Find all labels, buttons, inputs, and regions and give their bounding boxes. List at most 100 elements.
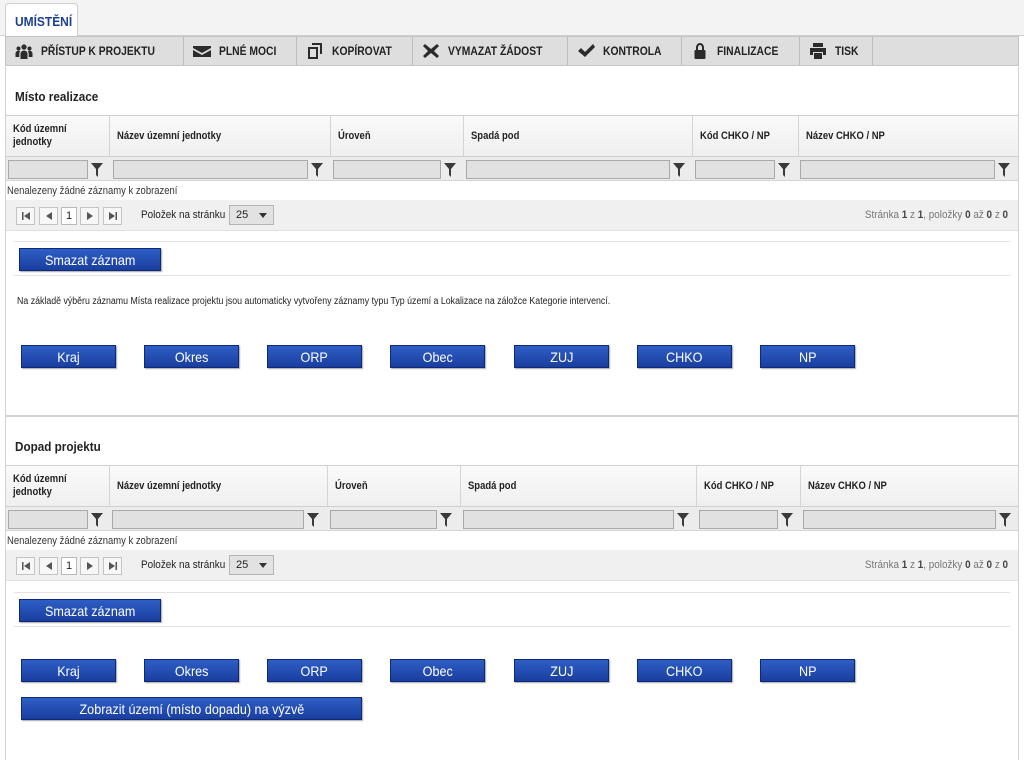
per-page-label: Položek na stránku <box>141 559 226 571</box>
last-page-button[interactable] <box>103 207 122 225</box>
finalizace-button[interactable]: FINALIZACE <box>682 37 800 65</box>
filter-icon[interactable] <box>999 512 1011 527</box>
last-page-icon <box>108 562 117 570</box>
misto-pager: 1 Položek na stránku 25 Stránka 1 z 1, p… <box>6 200 1018 231</box>
x-icon <box>422 44 439 58</box>
orp-button[interactable]: ORP <box>267 345 362 368</box>
first-page-button[interactable] <box>16 557 35 575</box>
per-page-select[interactable]: 25 <box>229 555 274 575</box>
okres-button[interactable]: Okres <box>144 659 239 682</box>
zuj-button[interactable]: ZUJ <box>514 659 609 682</box>
envelope-icon <box>193 46 212 57</box>
filter-icon[interactable] <box>91 512 103 527</box>
filter-icon[interactable] <box>998 162 1010 177</box>
divider <box>14 241 1010 242</box>
filter-kod-chko-input[interactable] <box>699 510 778 529</box>
obec-button[interactable]: Obec <box>390 345 485 368</box>
filter-spada-pod-input[interactable] <box>466 160 670 179</box>
next-page-button[interactable] <box>80 557 99 575</box>
dopad-pager: 1 Položek na stránku 25 Stránka 1 z 1, p… <box>6 550 1018 581</box>
filter-icon[interactable] <box>440 512 452 527</box>
smazat-zaznam-button[interactable]: Smazat záznam <box>19 248 161 271</box>
column-header-nazev-chko[interactable]: Název CHKO / NP <box>801 466 1018 506</box>
first-page-icon <box>21 212 30 220</box>
misto-filter-row <box>6 157 1018 181</box>
column-header-nazev[interactable]: Název územní jednotky <box>110 466 328 506</box>
smazat-zaznam-button[interactable]: Smazat záznam <box>19 599 161 622</box>
chevron-down-icon <box>259 563 267 568</box>
plne-moci-button[interactable]: PLNÉ MOCI <box>184 37 298 65</box>
last-page-button[interactable] <box>103 557 122 575</box>
per-page-select[interactable]: 25 <box>229 205 274 225</box>
filter-icon[interactable] <box>444 162 456 177</box>
tisk-button[interactable]: TISK <box>800 37 874 65</box>
column-header-nazev[interactable]: Název územní jednotky <box>110 116 331 156</box>
column-header-uroven[interactable]: Úroveň <box>331 116 464 156</box>
filter-kod-input[interactable] <box>8 160 88 179</box>
filter-nazev-input[interactable] <box>113 160 308 179</box>
misto-realizace-panel: Místo realizace Kód územní jednotky Náze… <box>5 67 1019 416</box>
kraj-button[interactable]: Kraj <box>21 345 116 368</box>
filter-icon[interactable] <box>778 162 790 177</box>
obec-button[interactable]: Obec <box>390 659 485 682</box>
column-header-kod-chko[interactable]: Kód CHKO / NP <box>697 466 801 506</box>
first-page-button[interactable] <box>16 207 35 225</box>
divider <box>14 592 1010 593</box>
chko-button[interactable]: CHKO <box>637 659 732 682</box>
page-number-input[interactable]: 1 <box>61 557 77 575</box>
filter-icon[interactable] <box>673 162 685 177</box>
next-page-icon <box>86 562 93 570</box>
kopirovat-button[interactable]: KOPÍROVAT <box>297 37 413 65</box>
filter-uroven-input[interactable] <box>330 510 437 529</box>
zobrazit-uzemi-button[interactable]: Zobrazit území (místo dopadu) na výzvě <box>21 697 362 720</box>
tab-umisteni[interactable]: UMÍSTĚNÍ <box>5 3 78 37</box>
okres-button[interactable]: Okres <box>144 345 239 368</box>
orp-button[interactable]: ORP <box>267 659 362 682</box>
filter-kod-input[interactable] <box>8 510 88 529</box>
toolbar: PŘÍSTUP K PROJEKTU PLNÉ MOCI KOPÍROVAT V… <box>5 36 1019 66</box>
column-header-kod-chko[interactable]: Kód CHKO / NP <box>693 116 799 156</box>
copy-icon <box>308 43 323 59</box>
first-page-icon <box>21 562 30 570</box>
info-note: Na základě výběru záznamu Místa realizac… <box>17 296 611 307</box>
misto-grid-header: Kód územní jednotky Název územní jednotk… <box>6 115 1018 157</box>
tab-umisteni-label: UMÍSTĚNÍ <box>15 14 73 29</box>
filter-nazev-chko-input[interactable] <box>803 510 996 529</box>
column-header-spada-pod[interactable]: Spadá pod <box>464 116 693 156</box>
filter-icon[interactable] <box>677 512 689 527</box>
pristup-k-projektu-button[interactable]: PŘÍSTUP K PROJEKTU <box>6 37 185 65</box>
np-button[interactable]: NP <box>760 345 855 368</box>
column-header-kod[interactable]: Kód územní jednotky <box>6 116 110 156</box>
filter-icon[interactable] <box>311 162 323 177</box>
empty-message: Nenalezeny žádné záznamy k zobrazení <box>7 535 178 547</box>
prev-page-button[interactable] <box>39 557 58 575</box>
filter-icon[interactable] <box>91 162 103 177</box>
np-button[interactable]: NP <box>760 659 855 682</box>
column-header-uroven[interactable]: Úroveň <box>328 466 461 506</box>
chko-button[interactable]: CHKO <box>637 345 732 368</box>
divider <box>14 275 1010 276</box>
filter-uroven-input[interactable] <box>333 160 441 179</box>
column-header-spada-pod[interactable]: Spadá pod <box>461 466 697 506</box>
filter-nazev-input[interactable] <box>112 510 304 529</box>
pager-info: Stránka 1 z 1, položky 0 až 0 z 0 <box>864 559 1008 571</box>
prev-page-button[interactable] <box>39 207 58 225</box>
dopad-projektu-panel: Dopad projektu Kód územní jednotky Název… <box>5 416 1019 760</box>
next-page-button[interactable] <box>80 207 99 225</box>
filter-icon[interactable] <box>781 512 793 527</box>
filter-icon[interactable] <box>307 512 319 527</box>
vymazat-zadost-button[interactable]: VYMAZAT ŽÁDOST <box>413 37 569 65</box>
kraj-button[interactable]: Kraj <box>21 659 116 682</box>
column-header-kod[interactable]: Kód územní jednotky <box>6 466 110 506</box>
filter-nazev-chko-input[interactable] <box>800 160 995 179</box>
divider <box>14 626 1010 627</box>
kontrola-button[interactable]: KONTROLA <box>568 37 683 65</box>
per-page-label: Položek na stránku <box>141 209 226 221</box>
filter-kod-chko-input[interactable] <box>695 160 775 179</box>
check-icon <box>578 44 596 57</box>
filter-spada-pod-input[interactable] <box>463 510 674 529</box>
printer-icon <box>809 43 826 59</box>
page-number-input[interactable]: 1 <box>61 207 77 225</box>
column-header-nazev-chko[interactable]: Název CHKO / NP <box>799 116 1018 156</box>
zuj-button[interactable]: ZUJ <box>514 345 609 368</box>
